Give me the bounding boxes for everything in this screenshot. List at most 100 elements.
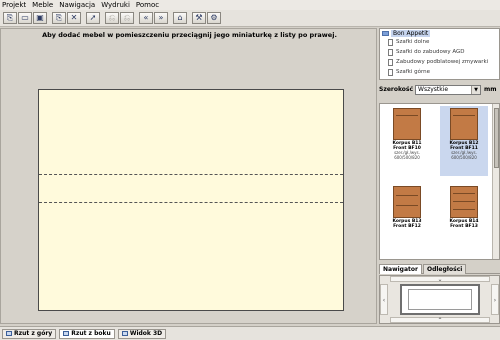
select-button[interactable]: ➚ [86, 12, 100, 24]
dashed-guide-line [39, 202, 343, 203]
navigator-preview[interactable] [400, 284, 480, 315]
cabinet-thumbnail[interactable] [450, 108, 478, 140]
open-button[interactable]: ▭ [18, 12, 32, 24]
home-button[interactable]: ⌂ [173, 12, 187, 24]
cabinet-thumbnail[interactable] [393, 108, 421, 140]
copy-button[interactable]: ⎘ [52, 12, 66, 24]
new-document-icon: ⎘ [6, 13, 14, 22]
new-document-button[interactable]: ⎘ [3, 12, 17, 24]
chevron-down-icon: ⌄ [437, 276, 443, 283]
navigator-viewport[interactable] [408, 289, 472, 310]
folder-icon [382, 31, 389, 36]
cabinet-thumbnail[interactable] [450, 186, 478, 218]
nav-up-button[interactable]: ⌄ [390, 276, 490, 283]
cabinet-thumbnail[interactable] [393, 186, 421, 218]
tree-item[interactable]: Szafki dolne [388, 37, 497, 47]
tab-side-view-label: Rzut z boku [71, 330, 111, 337]
dashed-guide-line [39, 174, 343, 175]
cabinet-drawer-line [453, 209, 475, 210]
settings-button[interactable]: ⚙ [207, 12, 221, 24]
menu-pomoc[interactable]: Pomoc [136, 0, 159, 10]
menu-meble[interactable]: Meble [32, 0, 53, 10]
fast-forward-icon: » [158, 13, 164, 22]
cabinet-drawer-line [396, 115, 418, 116]
catalog-scrollbar[interactable] [492, 104, 499, 259]
category-tree[interactable]: Bon Appetit Szafki dolne Szafki do zabud… [379, 28, 500, 80]
toolbar: ⎘ ▭ ▣ ⎘ ✕ ➚ ⎌ ⎌ « » ⌂ ⚒ ⚙ [0, 10, 500, 27]
width-filter: Szerokość Wszystkie ▼ mm [379, 84, 500, 95]
tab-top-view[interactable]: Rzut z góry [2, 328, 57, 339]
width-label: Szerokość [379, 86, 414, 93]
document-icon [388, 48, 393, 56]
catalog-item[interactable]: Korpus B14 Front BF13 [440, 184, 488, 254]
menu-projekt[interactable]: Projekt [2, 0, 26, 10]
delete-icon: ✕ [70, 13, 78, 22]
undo-button[interactable]: ⎌ [105, 12, 119, 24]
rewind-button[interactable]: « [139, 12, 153, 24]
chevron-right-icon: › [493, 297, 497, 304]
tree-item[interactable]: Szafki górne [388, 67, 497, 77]
cabinet-drawer-line [453, 115, 475, 116]
menu-nawigacja[interactable]: Nawigacja [59, 0, 95, 10]
catalog-item-front: Front BF12 [393, 224, 421, 229]
cabinet-drawer-line [396, 205, 418, 206]
catalog-item[interactable]: Korpus B11 Front BF10 szer./gł./wys. 600… [383, 106, 431, 176]
tool-button[interactable]: ⚒ [192, 12, 206, 24]
save-button[interactable]: ▣ [33, 12, 47, 24]
undo-icon: ⎌ [108, 13, 116, 22]
tab-top-view-label: Rzut z góry [14, 330, 53, 337]
tab-nawigator[interactable]: Nawigator [379, 264, 422, 274]
copy-icon: ⎘ [55, 13, 63, 22]
width-select-value: Wszystkie [418, 86, 449, 93]
catalog-item-selected[interactable]: Korpus B12 Front BF11 szer./gł./wys. 600… [440, 106, 488, 176]
tree-item[interactable]: Szafki do zabudowy AGD [388, 47, 497, 57]
tree-root[interactable]: Bon Appetit [382, 30, 497, 37]
delete-button[interactable]: ✕ [67, 12, 81, 24]
room-floor-plan[interactable] [38, 89, 344, 311]
top-view-icon [6, 331, 12, 336]
tree-root-label: Bon Appetit [391, 30, 431, 37]
nav-right-button[interactable]: › [491, 284, 499, 315]
menu-wydruki[interactable]: Wydruki [101, 0, 130, 10]
chevron-up-icon: ⌃ [437, 317, 443, 324]
redo-button[interactable]: ⎌ [120, 12, 134, 24]
tree-item[interactable]: Zabudowy podblatowej zmywarki [388, 57, 497, 67]
open-folder-icon: ▭ [21, 13, 29, 22]
tab-3d-view-label: Widok 3D [129, 330, 163, 337]
tree-item-label: Szafki górne [396, 69, 431, 75]
catalog-item-size: 600/500/820 [451, 154, 477, 160]
catalog-item-size: 600/500/820 [394, 154, 420, 160]
pointer-icon: ➚ [89, 13, 97, 22]
panel-tabs: Nawigator Odległości [379, 264, 500, 274]
fast-forward-button[interactable]: » [154, 12, 168, 24]
home-icon: ⌂ [177, 13, 183, 22]
room-canvas[interactable]: Aby dodać mebel w pomieszczeniu przeciąg… [0, 28, 377, 324]
tree-item-label: Szafki do zabudowy AGD [396, 49, 465, 55]
chevron-left-icon: ‹ [382, 297, 386, 304]
width-select[interactable]: Wszystkie ▼ [415, 84, 482, 95]
save-icon: ▣ [36, 13, 44, 22]
menu-bar: Projekt Meble Nawigacja Wydruki Pomoc [0, 0, 500, 10]
navigator-panel: ⌄ ‹ › ⌃ [379, 275, 500, 324]
tab-odleglosci[interactable]: Odległości [422, 264, 467, 274]
nav-down-button[interactable]: ⌃ [390, 317, 490, 324]
catalog-scroll-thumb[interactable] [494, 108, 499, 168]
furniture-catalog[interactable]: Korpus B11 Front BF10 szer./gł./wys. 600… [379, 103, 500, 260]
chevron-down-icon[interactable]: ▼ [471, 85, 481, 94]
catalog-item[interactable]: Korpus B13 Front BF12 [383, 184, 431, 254]
tree-item-label: Szafki dolne [396, 39, 430, 45]
document-icon [388, 68, 393, 76]
tool-icon: ⚒ [195, 13, 203, 22]
cabinet-drawer-line [396, 195, 418, 196]
3d-view-icon [121, 331, 128, 336]
cabinet-drawer-line [453, 201, 475, 202]
nav-left-button[interactable]: ‹ [380, 284, 388, 315]
redo-icon: ⎌ [123, 13, 131, 22]
document-icon [388, 38, 393, 46]
tab-side-view[interactable]: Rzut z boku [59, 328, 115, 339]
right-panel: Bon Appetit Szafki dolne Szafki do zabud… [379, 28, 500, 324]
catalog-item-front: Front BF13 [450, 224, 478, 229]
tree-item-label: Zabudowy podblatowej zmywarki [396, 59, 489, 65]
rewind-icon: « [143, 13, 149, 22]
tab-3d-view[interactable]: Widok 3D [117, 328, 167, 339]
